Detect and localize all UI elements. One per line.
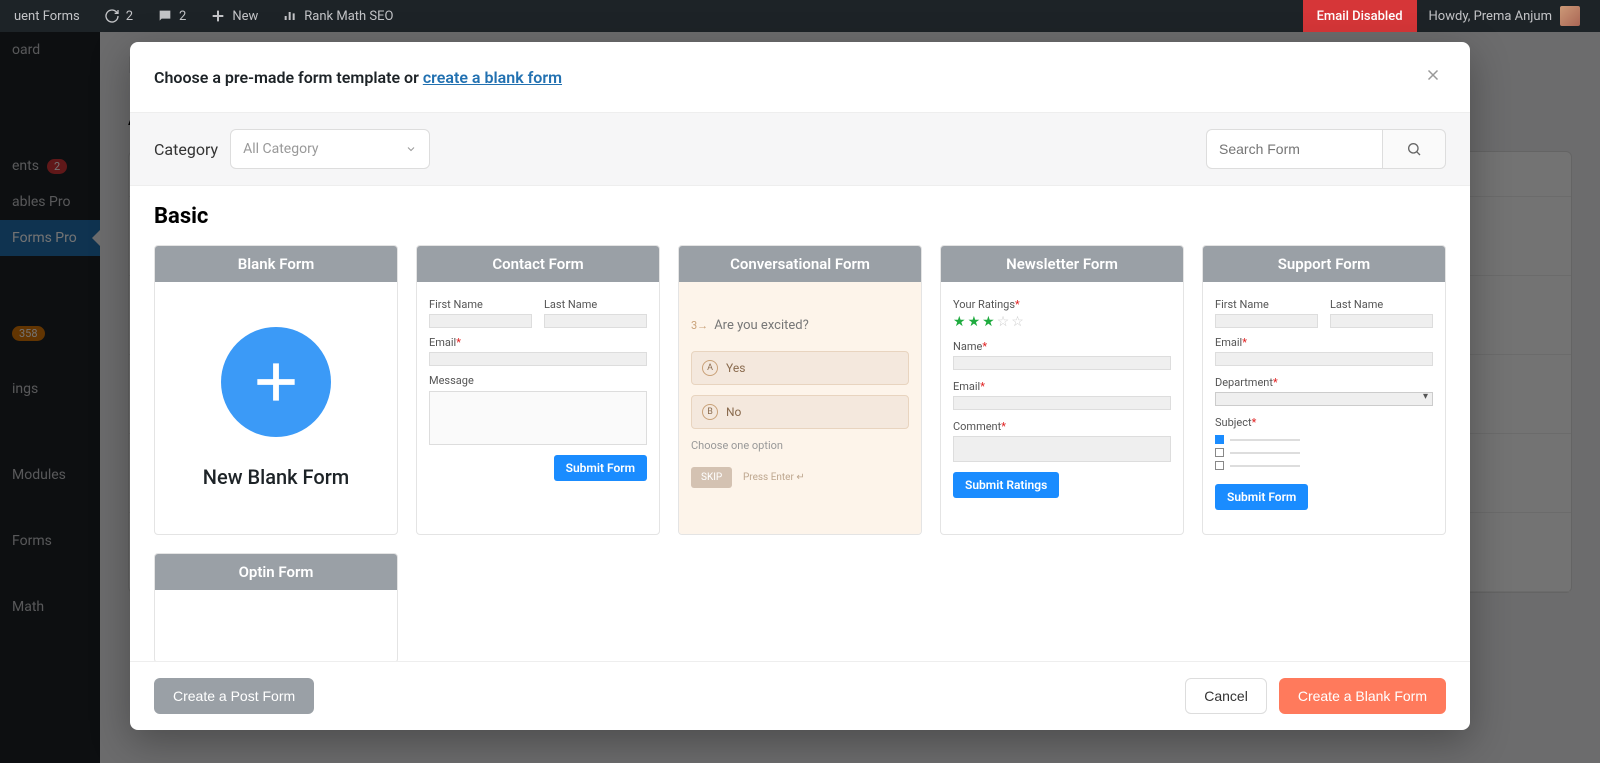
create-post-form-button[interactable]: Create a Post Form [154, 678, 314, 714]
section-title-basic: Basic [154, 204, 1446, 229]
question-text: Are you excited? [714, 318, 809, 333]
close-button[interactable] [1420, 62, 1446, 92]
create-blank-form-button[interactable]: Create a Blank Form [1279, 678, 1446, 714]
comment-icon [157, 8, 173, 24]
option-hint: Choose one option [691, 439, 909, 452]
template-preview: Your Ratings* ★★★☆☆ Name* Email* Comment… [941, 282, 1183, 534]
template-contact-form[interactable]: Contact Form First Name Last Name Email*… [416, 245, 660, 535]
modal-header: Choose a pre-made form template or creat… [130, 42, 1470, 113]
field-label: Subject [1215, 416, 1252, 429]
field-label: Department [1215, 376, 1273, 389]
field-label: Email [953, 380, 980, 393]
submit-button: Submit Form [1215, 484, 1308, 510]
press-enter-hint: Press Enter ↵ [743, 472, 805, 483]
admin-bar-new[interactable]: New [204, 8, 264, 24]
template-title: Conversational Form [679, 246, 921, 282]
template-title: Support Form [1203, 246, 1445, 282]
field-label: Your Ratings [953, 298, 1015, 311]
template-newsletter-form[interactable]: Newsletter Form Your Ratings* ★★★☆☆ Name… [940, 245, 1184, 535]
category-row: Category All Category [154, 129, 430, 169]
skip-button: SKIP [691, 467, 732, 488]
admin-bar-new-label: New [232, 9, 258, 24]
modal-heading: Choose a pre-made form template or creat… [154, 68, 562, 87]
howdy-user[interactable]: Howdy, Prema Anjum [1417, 6, 1592, 26]
plus-circle-icon [221, 327, 331, 437]
question-number: 3→ [691, 319, 708, 332]
template-conversational-form[interactable]: Conversational Form 3→ Are you excited? … [678, 245, 922, 535]
new-blank-label: New Blank Form [203, 465, 349, 489]
plus-icon [248, 354, 304, 410]
field-label: Email [429, 336, 456, 349]
search-input[interactable] [1206, 129, 1382, 169]
admin-bar-left: uent Forms 2 2 New Rank Math SEO [8, 8, 399, 24]
admin-bar: uent Forms 2 2 New Rank Math SEO Email D… [0, 0, 1600, 32]
close-icon [1424, 66, 1442, 84]
admin-bar-rankmath[interactable]: Rank Math SEO [276, 8, 399, 24]
search-button[interactable] [1382, 129, 1446, 169]
field-label: Message [429, 374, 647, 387]
template-title: Newsletter Form [941, 246, 1183, 282]
field-label: Email [1215, 336, 1242, 349]
field-label: First Name [1215, 298, 1318, 311]
template-title: Contact Form [417, 246, 659, 282]
template-title: Blank Form [155, 246, 397, 282]
template-preview [155, 590, 397, 661]
field-label: Comment [953, 420, 1001, 433]
modal-filter-bar: Category All Category [130, 113, 1470, 186]
admin-bar-comments-count: 2 [179, 9, 186, 24]
field-label: Last Name [544, 298, 647, 311]
templates-grid: Blank Form New Blank Form Contact Form F… [154, 245, 1446, 661]
field-label: Last Name [1330, 298, 1433, 311]
template-modal: Choose a pre-made form template or creat… [130, 42, 1470, 730]
chevron-down-icon [405, 143, 417, 155]
admin-bar-comments[interactable]: 2 [151, 8, 192, 24]
admin-bar-updates-count: 2 [126, 9, 133, 24]
modal-heading-prefix: Choose a pre-made form template or [154, 68, 423, 87]
template-preview: First Name Last Name Email* Department* … [1203, 282, 1445, 534]
search-icon [1406, 141, 1422, 157]
admin-bar-updates[interactable]: 2 [98, 8, 139, 24]
submit-button: Submit Ratings [953, 472, 1059, 498]
admin-bar-right: Email Disabled Howdy, Prema Anjum [1303, 0, 1592, 32]
email-disabled-badge[interactable]: Email Disabled [1303, 0, 1417, 32]
template-preview: First Name Last Name Email* Message Subm… [417, 282, 659, 534]
star-rating: ★★★☆☆ [953, 314, 1171, 330]
template-blank-form[interactable]: Blank Form New Blank Form [154, 245, 398, 535]
option-yes: AYes [691, 351, 909, 385]
refresh-icon [104, 8, 120, 24]
category-select[interactable]: All Category [230, 129, 430, 169]
template-optin-form[interactable]: Optin Form [154, 553, 398, 661]
option-no: BNo [691, 395, 909, 429]
search-wrap [1206, 129, 1446, 169]
template-preview: 3→ Are you excited? AYes BNo Choose one … [679, 282, 921, 534]
field-label: First Name [429, 298, 532, 311]
category-label: Category [154, 140, 218, 159]
submit-button: Submit Form [554, 455, 647, 481]
category-value: All Category [243, 141, 318, 157]
field-label: Name [953, 340, 982, 353]
create-blank-link[interactable]: create a blank form [423, 68, 562, 87]
admin-bar-rankmath-label: Rank Math SEO [304, 9, 393, 24]
admin-bar-fluent-forms[interactable]: uent Forms [8, 9, 86, 24]
plus-icon [210, 8, 226, 24]
modal-footer: Create a Post Form Cancel Create a Blank… [130, 661, 1470, 730]
template-preview: New Blank Form [155, 282, 397, 534]
howdy-text: Howdy, Prema Anjum [1429, 9, 1552, 24]
chart-icon [282, 8, 298, 24]
template-support-form[interactable]: Support Form First Name Last Name Email*… [1202, 245, 1446, 535]
template-title: Optin Form [155, 554, 397, 590]
cancel-button[interactable]: Cancel [1185, 678, 1267, 714]
modal-overlay: Choose a pre-made form template or creat… [0, 32, 1600, 763]
avatar [1560, 6, 1580, 26]
modal-body: Basic Blank Form New Blank Form Contact … [130, 186, 1470, 661]
